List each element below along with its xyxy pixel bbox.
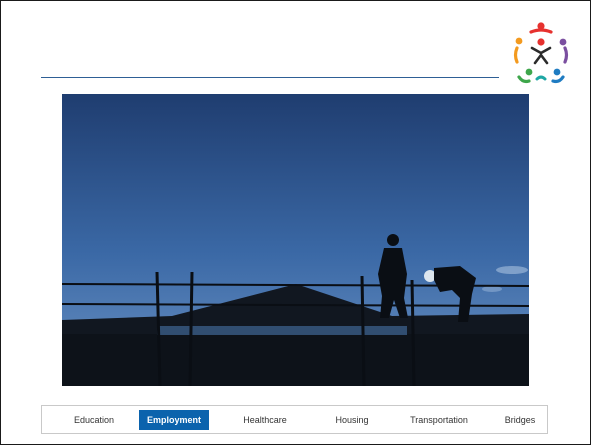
tab-bridges[interactable]: Bridges bbox=[498, 410, 542, 430]
tab-transportation[interactable]: Transportation bbox=[397, 410, 481, 430]
tab-housing[interactable]: Housing bbox=[319, 410, 385, 430]
tab-education[interactable]: Education bbox=[61, 410, 127, 430]
slide: Education Employment Healthcare Housing … bbox=[0, 0, 591, 445]
construction-workers-photo bbox=[62, 94, 529, 386]
tab-healthcare[interactable]: Healthcare bbox=[232, 410, 298, 430]
topic-tab-bar: Education Employment Healthcare Housing … bbox=[41, 405, 548, 434]
header-divider bbox=[41, 77, 499, 78]
tab-employment[interactable]: Employment bbox=[139, 410, 209, 430]
community-logo-icon bbox=[505, 17, 577, 89]
